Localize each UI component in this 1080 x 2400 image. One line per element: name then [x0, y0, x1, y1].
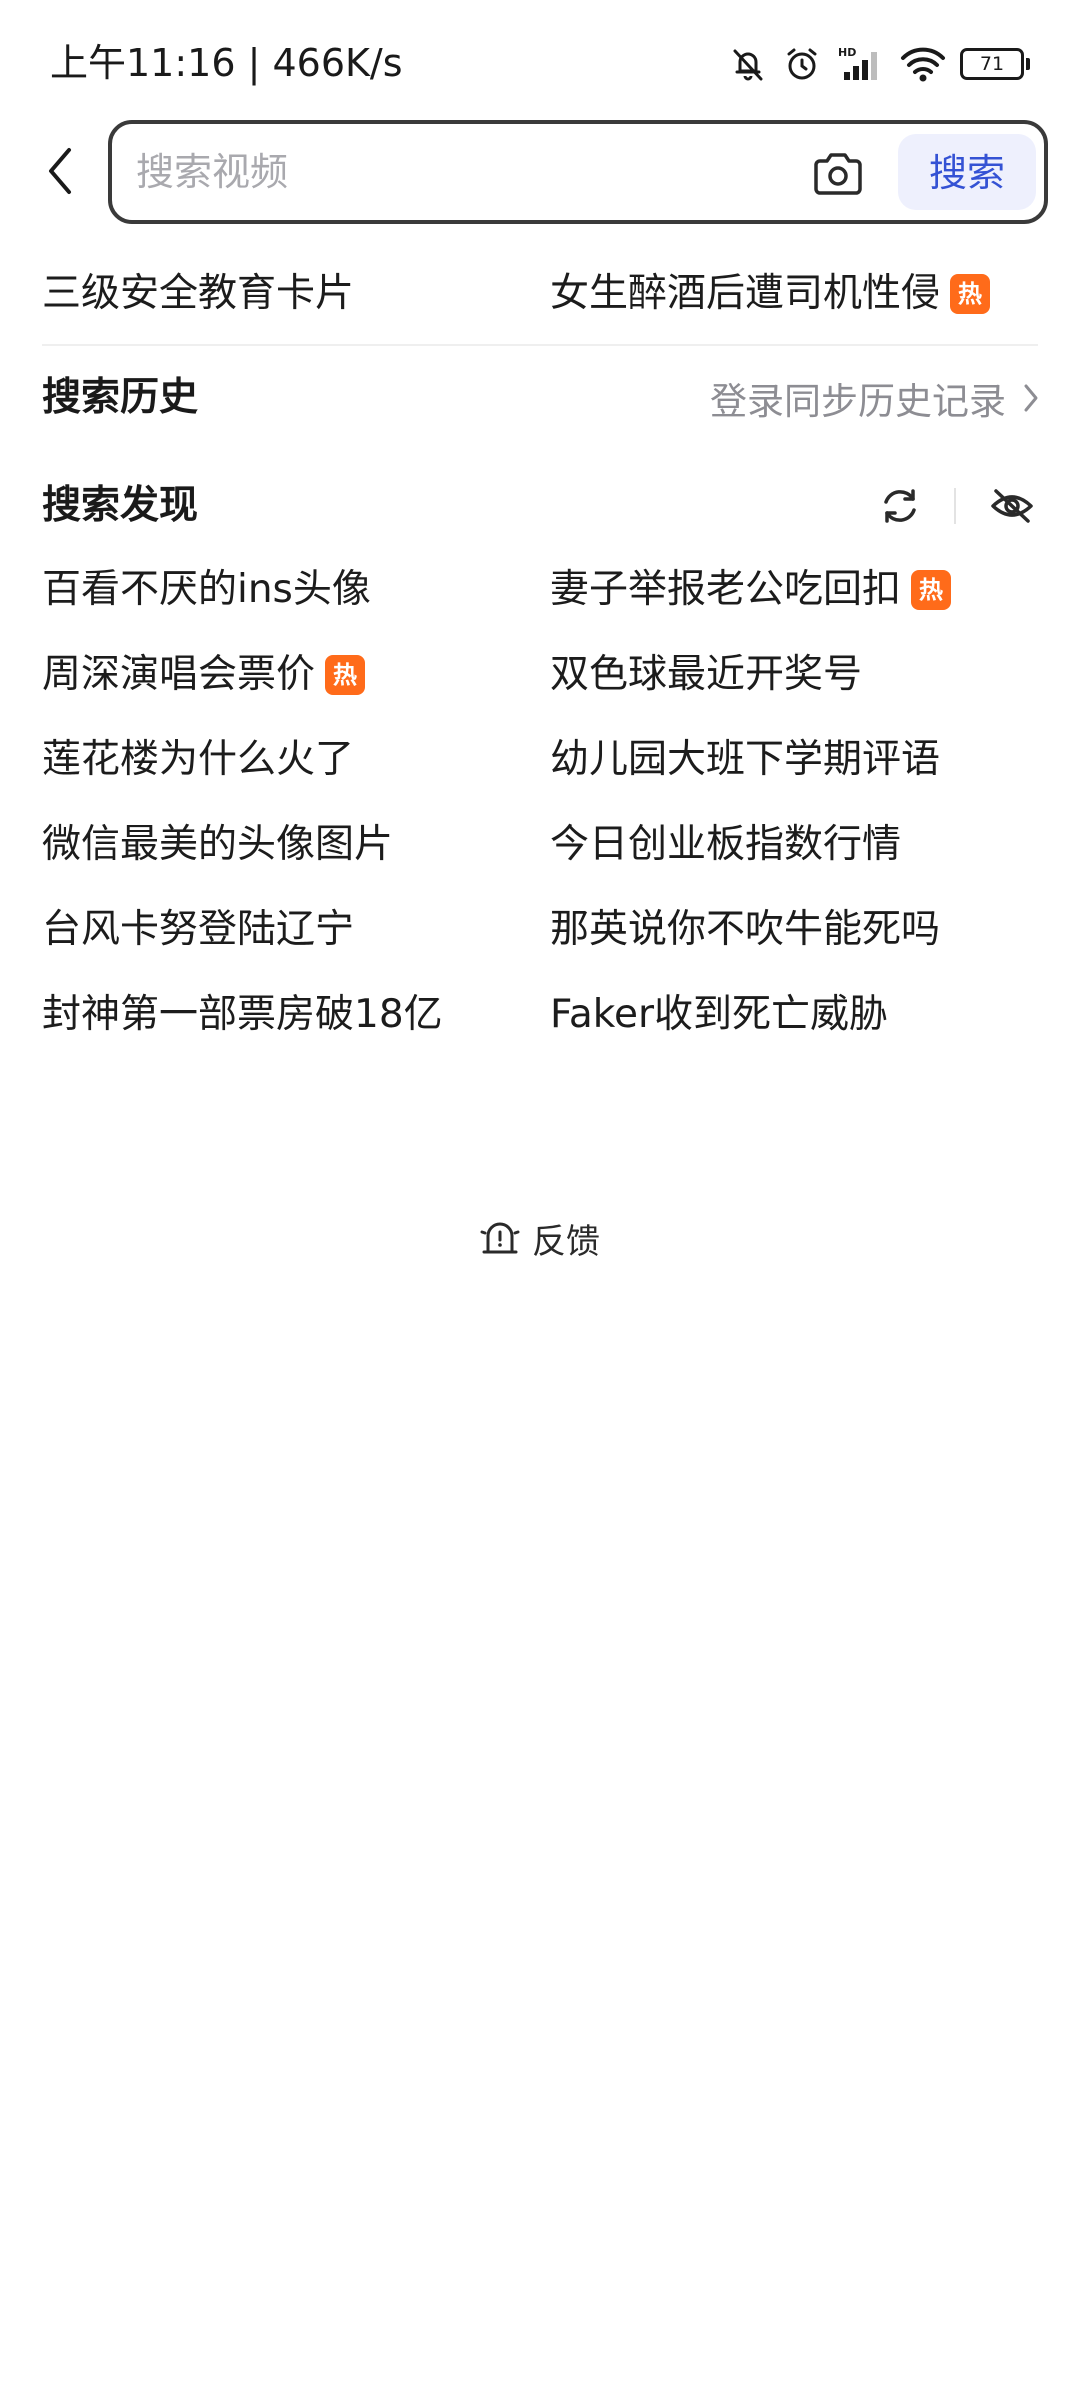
history-title: 搜索历史 — [42, 375, 199, 420]
divider — [42, 344, 1038, 346]
camera-button[interactable] — [808, 146, 868, 202]
discover-tools — [870, 476, 1042, 536]
battery-level: 71 — [960, 48, 1024, 80]
discover-label: 台风卡努登陆辽宁 — [42, 907, 355, 952]
discover-label: 微信最美的头像图片 — [42, 822, 394, 867]
suggestion-label: 三级安全教育卡片 — [42, 271, 355, 316]
discover-label: 封神第一部票房破18亿 — [42, 992, 443, 1037]
discover-label: 幼儿园大班下学期评语 — [550, 737, 941, 782]
sync-history-label: 登录同步历史记录 — [710, 380, 1006, 423]
refresh-icon — [884, 489, 916, 523]
chevron-right-icon — [1024, 384, 1038, 412]
back-button[interactable] — [30, 136, 90, 206]
suggestion-label: 女生醉酒后遭司机性侵 — [550, 271, 941, 316]
discover-label: 妻子举报老公吃回扣 — [550, 567, 902, 612]
status-time: 上午11:16 | 466K/s — [50, 41, 403, 85]
feedback-label: 反馈 — [532, 1221, 600, 1262]
svg-text:HD: HD — [838, 46, 856, 59]
discover-item[interactable]: 幼儿园大班下学期评语 — [550, 720, 940, 800]
discover-label: 莲花楼为什么火了 — [42, 737, 355, 782]
hot-badge: 热 — [325, 655, 366, 695]
discover-item[interactable]: 微信最美的头像图片 — [42, 805, 393, 885]
suggestion-item[interactable]: 三级安全教育卡片 — [42, 254, 354, 334]
feedback-icon — [480, 1222, 520, 1254]
refresh-button[interactable] — [870, 476, 930, 536]
wifi-icon — [900, 44, 946, 84]
eye-off-icon — [991, 489, 1033, 523]
discover-item[interactable]: 今日创业板指数行情 — [550, 805, 901, 885]
tool-separator — [954, 488, 956, 524]
discover-item[interactable]: Faker收到死亡威胁 — [550, 975, 888, 1055]
suggestion-row: 三级安全教育卡片 女生醉酒后遭司机性侵 热 — [0, 254, 1080, 334]
battery-icon: 71 — [960, 48, 1030, 80]
feedback-button[interactable]: 反馈 — [0, 1208, 1080, 1268]
discover-item[interactable]: 双色球最近开奖号 — [550, 635, 862, 715]
discover-item[interactable]: 台风卡努登陆辽宁 — [42, 890, 354, 970]
hide-discover-button[interactable] — [982, 476, 1042, 536]
discover-item[interactable]: 百看不厌的ins头像 — [42, 550, 371, 630]
search-box: 搜索 — [108, 120, 1048, 224]
alarm-icon — [782, 44, 822, 84]
hd-signal-icon: HD — [836, 44, 886, 84]
camera-icon — [814, 153, 862, 195]
suggestion-item[interactable]: 女生醉酒后遭司机性侵 热 — [550, 254, 991, 334]
discover-label: 今日创业板指数行情 — [550, 822, 902, 867]
discover-label: Faker收到死亡威胁 — [550, 992, 888, 1037]
discover-label: 百看不厌的ins头像 — [42, 567, 371, 612]
discover-item[interactable]: 妻子举报老公吃回扣 热 — [550, 550, 952, 630]
search-button[interactable]: 搜索 — [898, 134, 1036, 210]
status-bar: 上午11:16 | 466K/s HD 71 — [0, 0, 1080, 124]
hot-badge: 热 — [950, 274, 991, 314]
discover-label: 那英说你不吹牛能死吗 — [550, 907, 941, 952]
status-icons: HD 71 — [728, 40, 1030, 88]
discover-item[interactable]: 封神第一部票房破18亿 — [42, 975, 443, 1055]
chevron-left-icon — [49, 148, 71, 194]
discover-item[interactable]: 周深演唱会票价 热 — [42, 635, 366, 715]
discover-item[interactable]: 莲花楼为什么火了 — [42, 720, 354, 800]
discover-label: 双色球最近开奖号 — [550, 652, 863, 697]
discover-label: 周深演唱会票价 — [42, 652, 316, 697]
discover-title: 搜索发现 — [42, 483, 199, 528]
sync-history-link[interactable]: 登录同步历史记录 — [710, 368, 1040, 428]
hot-badge: 热 — [911, 570, 952, 610]
bell-off-icon — [728, 44, 768, 84]
discover-item[interactable]: 那英说你不吹牛能死吗 — [550, 890, 940, 970]
search-input[interactable] — [136, 142, 776, 202]
